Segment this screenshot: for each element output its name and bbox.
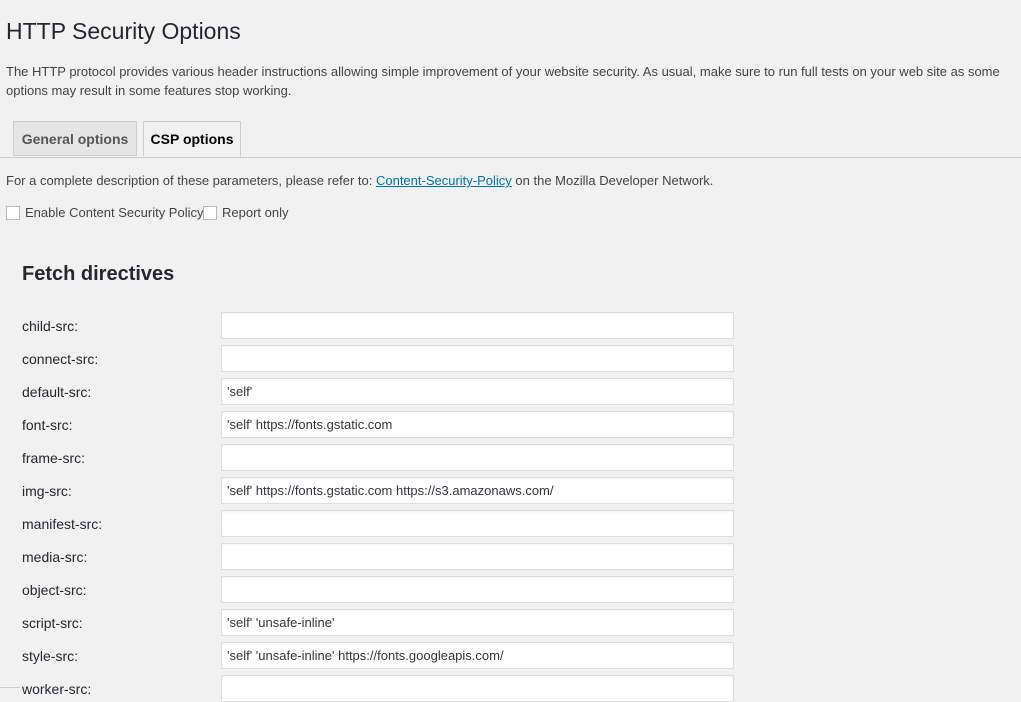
script-src-input[interactable] [221,609,734,636]
directive-row-img-src: img-src: [0,477,1021,504]
directive-label: manifest-src: [22,516,103,532]
directive-label: img-src: [22,483,72,499]
directive-row-worker-src: worker-src: [0,675,1021,702]
worker-src-input[interactable] [221,675,734,702]
intro-text: The HTTP protocol provides various heade… [6,64,1000,98]
section-title: Fetch directives [22,263,175,285]
directive-label: child-src: [22,318,79,334]
directive-label: object-src: [22,582,87,598]
directive-row-default-src: default-src: [0,378,1021,405]
directive-row-media-src: media-src: [0,543,1021,570]
img-src-input[interactable] [221,477,734,504]
manifest-src-input[interactable] [221,510,734,537]
csp-description: For a complete description of these para… [6,171,713,190]
directive-label: frame-src: [22,450,85,466]
divider [0,687,20,688]
style-src-input[interactable] [221,642,734,669]
connect-src-input[interactable] [221,345,734,372]
directive-row-connect-src: connect-src: [0,345,1021,372]
frame-src-input[interactable] [221,444,734,471]
enable-csp-option[interactable]: Enable Content Security Policy [6,205,203,221]
directive-row-object-src: object-src: [0,576,1021,603]
csp-reference-link[interactable]: Content-Security-Policy [376,173,512,188]
tab-bar: General options CSP options [0,121,1021,158]
directive-row-font-src: font-src: [0,411,1021,438]
directive-label: font-src: [22,417,73,433]
description-suffix: on the Mozilla Developer Network. [511,173,714,188]
media-src-input[interactable] [221,543,734,570]
directive-label: style-src: [22,648,78,664]
directive-row-frame-src: frame-src: [0,444,1021,471]
directive-label: media-src: [22,549,88,565]
directive-label: default-src: [22,384,92,400]
directive-label: connect-src: [22,351,99,367]
report-only-checkbox[interactable] [203,206,217,220]
tab-general-options[interactable]: General options [13,121,137,156]
page-title: HTTP Security Options [6,18,241,44]
directive-row-child-src: child-src: [0,312,1021,339]
tab-csp-options[interactable]: CSP options [143,121,241,157]
object-src-input[interactable] [221,576,734,603]
directive-label: script-src: [22,615,83,631]
description-prefix: For a complete description of these para… [6,173,376,188]
child-src-input[interactable] [221,312,734,339]
report-only-option[interactable]: Report only [203,205,288,221]
enable-csp-label: Enable Content Security Policy [25,205,204,220]
default-src-input[interactable] [221,378,734,405]
directive-label: worker-src: [22,681,92,697]
report-only-label: Report only [222,205,289,220]
directive-row-manifest-src: manifest-src: [0,510,1021,537]
directive-row-style-src: style-src: [0,642,1021,669]
directive-row-script-src: script-src: [0,609,1021,636]
enable-csp-checkbox[interactable] [6,206,20,220]
font-src-input[interactable] [221,411,734,438]
